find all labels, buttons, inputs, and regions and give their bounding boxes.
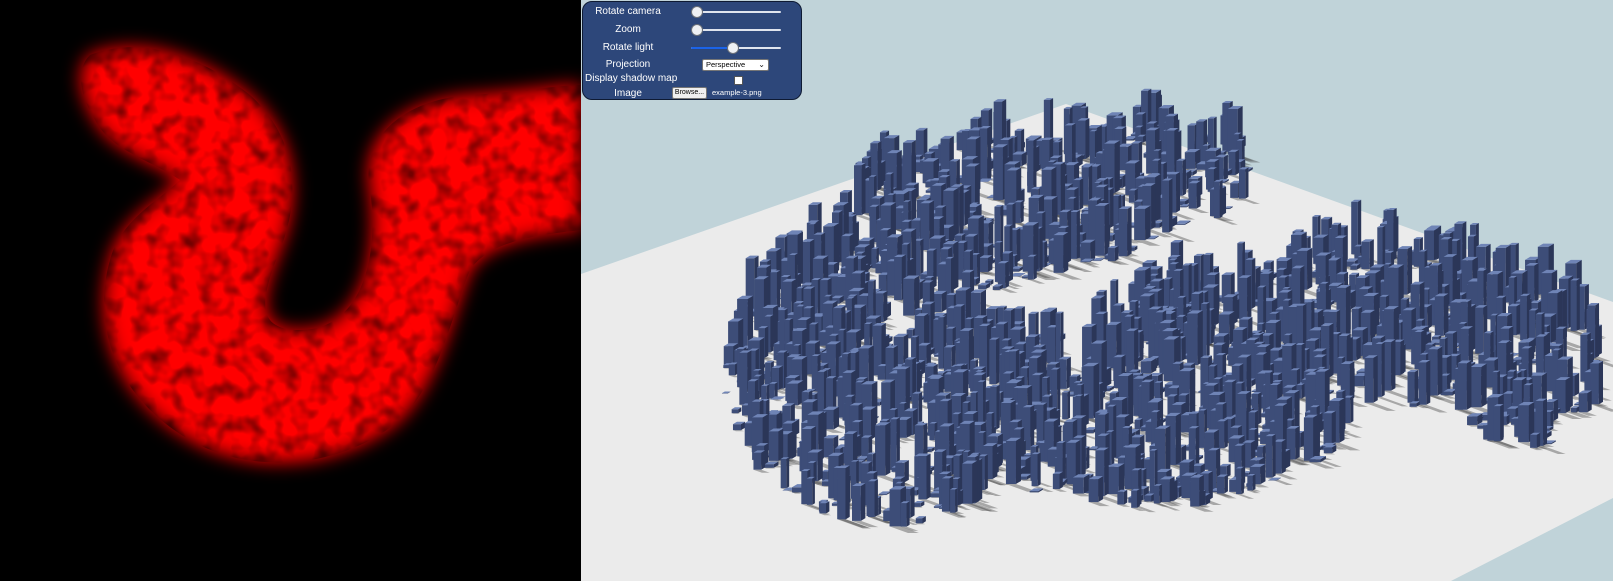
heightmap-canvas: [80, 47, 581, 463]
projection-selected-value: Perspective: [706, 60, 746, 69]
slider-track: [691, 11, 781, 13]
rotate-camera-label: Rotate camera: [595, 6, 661, 17]
zoom-label: Zoom: [615, 24, 641, 35]
slider-thumb[interactable]: [691, 24, 703, 36]
image-label: Image: [614, 88, 642, 99]
rotate-camera-slider[interactable]: [691, 6, 781, 18]
zoom-slider[interactable]: [691, 24, 781, 36]
rotate-light-slider[interactable]: [691, 42, 781, 54]
shadow-map-label: Display shadow map: [585, 73, 678, 84]
slider-track: [691, 29, 781, 31]
chevron-down-icon: ⌄: [758, 60, 765, 69]
heightmap-texture: [80, 47, 581, 463]
heightmap-image: [0, 0, 581, 581]
file-name-label: example-3.png: [712, 88, 762, 97]
browse-button[interactable]: Browse...: [672, 87, 707, 99]
control-panel: Rotate camera Zoom Rotate light Projecti…: [582, 1, 802, 100]
slider-fill: [691, 47, 732, 49]
shadow-map-checkbox[interactable]: [734, 76, 743, 85]
slider-thumb[interactable]: [691, 6, 703, 18]
heightmap-shape: [80, 47, 581, 463]
projection-label: Projection: [605, 59, 651, 70]
rotate-light-label: Rotate light: [602, 42, 654, 53]
slider-thumb[interactable]: [727, 42, 739, 54]
projection-select[interactable]: Perspective ⌄: [702, 59, 769, 71]
